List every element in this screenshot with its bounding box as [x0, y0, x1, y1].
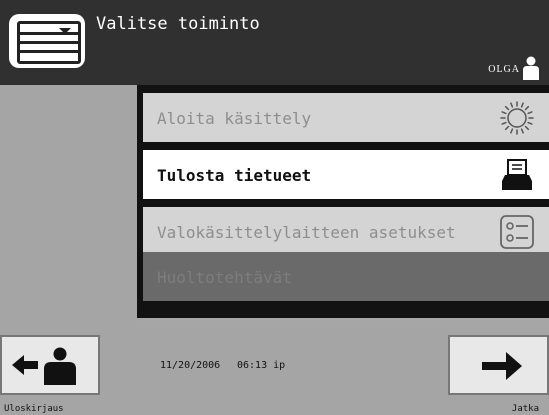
arrow-right-icon — [482, 352, 522, 380]
continue-button[interactable] — [448, 335, 549, 395]
menu-item-label: Valokäsittelylaitteen asetukset — [157, 223, 456, 242]
settings-list-icon — [500, 215, 534, 249]
menu-item-label: Aloita käsittely — [157, 109, 312, 128]
user-name: OLGA — [488, 64, 520, 75]
menu-item-device-settings[interactable]: Valokäsittelylaitteen asetukset — [143, 207, 549, 256]
footer-bar: 11/20/2006 06:13 ip Uloskirjaus Jatka — [0, 327, 549, 415]
left-panel — [0, 85, 137, 327]
menu-item-start-treatment[interactable]: Aloita käsittely — [143, 93, 549, 142]
logout-caption: Uloskirjaus — [4, 404, 64, 414]
menu-item-label: Huoltotehtävät — [157, 268, 292, 287]
screen-menu-icon — [9, 14, 85, 68]
time-display: 06:13 ip — [237, 360, 286, 371]
continue-caption: Jatka — [511, 404, 539, 414]
page-title: Valitse toiminto — [96, 14, 260, 34]
menu-item-label: Tulosta tietueet — [157, 166, 312, 185]
sun-icon — [500, 101, 534, 135]
user-icon — [523, 56, 539, 80]
logout-button[interactable] — [0, 335, 100, 395]
logout-arrow-user-icon — [12, 347, 76, 385]
menu-item-maintenance[interactable]: Huoltotehtävät — [143, 252, 549, 301]
action-menu: Aloita käsittely Tulosta tietueet Valokä… — [137, 85, 549, 318]
header-bar: Valitse toiminto OLGA — [0, 0, 549, 85]
menu-item-print-records[interactable]: Tulosta tietueet — [143, 150, 549, 199]
printer-icon — [502, 159, 532, 190]
date-display: 11/20/2006 — [160, 360, 221, 371]
